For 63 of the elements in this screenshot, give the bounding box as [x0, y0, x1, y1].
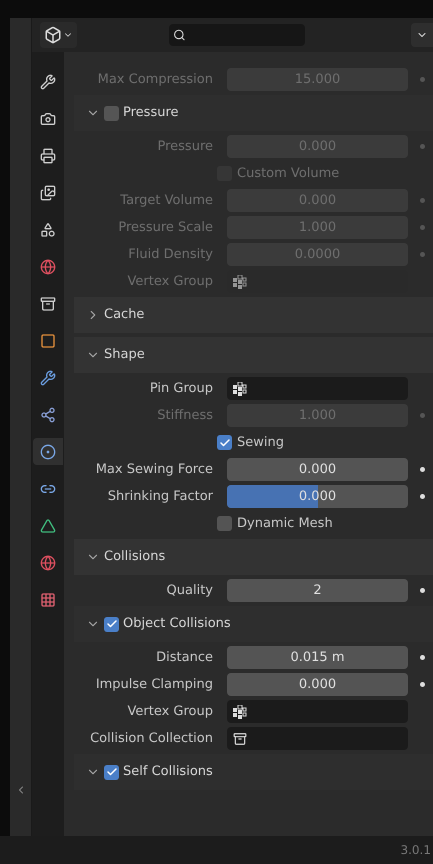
number-field[interactable]: 0.000 — [227, 673, 408, 696]
field-label: Pin Group — [148, 380, 213, 398]
field-label: Collision Collection — [89, 730, 213, 748]
version-label: 3.0.1 — [400, 842, 431, 859]
number-field[interactable]: 0.015 m — [227, 646, 408, 669]
properties-tab[interactable] — [33, 438, 63, 465]
checkbox[interactable] — [217, 435, 232, 450]
number-field[interactable]: 0.000 — [227, 458, 408, 481]
field-label: Pressure Scale — [117, 218, 213, 237]
checker-icon — [40, 592, 56, 608]
shapes-icon — [40, 222, 56, 238]
wrench-icon — [40, 370, 56, 386]
panel-title: Cache — [104, 306, 144, 324]
tool-icon — [40, 74, 56, 90]
field-label: Vertex Group — [126, 702, 213, 721]
globe-icon — [40, 258, 56, 274]
number-field[interactable]: 2 — [227, 579, 408, 602]
checkbox-label: Custom Volume — [237, 164, 340, 183]
panel-title: Shape — [104, 346, 145, 364]
panel-header[interactable]: Collisions — [74, 539, 433, 575]
images-icon — [40, 184, 56, 200]
panel-title: Self Collisions — [123, 763, 213, 782]
editor-type-icon — [44, 26, 62, 44]
field-label: Distance — [155, 648, 213, 667]
field-label: Pressure — [156, 138, 213, 156]
checkbox[interactable] — [104, 106, 119, 120]
panel-header[interactable]: Shape — [74, 337, 433, 373]
camera-icon — [40, 110, 56, 126]
panel-title: Object Collisions — [123, 615, 231, 634]
triangle-icon — [40, 518, 56, 534]
picker-field[interactable] — [227, 727, 408, 750]
field-label: Quality — [166, 582, 213, 600]
field-label: Shrinking Factor — [106, 488, 213, 506]
checkbox[interactable] — [104, 616, 119, 632]
field-label: Target Volume — [119, 192, 213, 210]
panel-title: Collisions — [104, 548, 166, 566]
picker-field[interactable] — [227, 377, 408, 400]
editor-type-button[interactable] — [40, 22, 77, 48]
checkbox-label: Dynamic Mesh — [237, 514, 333, 533]
checkbox-label: Sewing — [237, 434, 284, 452]
archive-icon — [233, 732, 247, 746]
field-label: Impulse Clamping — [94, 676, 213, 694]
sphere-icon — [40, 554, 56, 570]
picker-field[interactable] — [227, 700, 408, 723]
search-icon — [173, 28, 186, 42]
archive-icon — [40, 296, 56, 312]
field-label: Max Sewing Force — [94, 460, 213, 479]
field-label: Vertex Group — [126, 272, 213, 291]
checkbox[interactable] — [104, 764, 119, 780]
panel-header[interactable]: Cache — [74, 297, 433, 333]
checkbox[interactable] — [217, 516, 232, 531]
search-field[interactable] — [169, 24, 305, 46]
vertex-group-icon — [233, 704, 247, 718]
vertex-group-icon — [233, 274, 247, 288]
field-label: Stiffness — [156, 406, 213, 425]
orbit-icon — [40, 444, 56, 460]
field-label: Max Compression — [96, 70, 213, 89]
vertex-group-icon — [233, 382, 247, 396]
nodes-icon — [40, 406, 56, 422]
field-label: Fluid Density — [127, 246, 213, 264]
printer-icon — [40, 148, 56, 164]
panel-title: Pressure — [123, 104, 179, 122]
square-icon — [40, 332, 56, 348]
